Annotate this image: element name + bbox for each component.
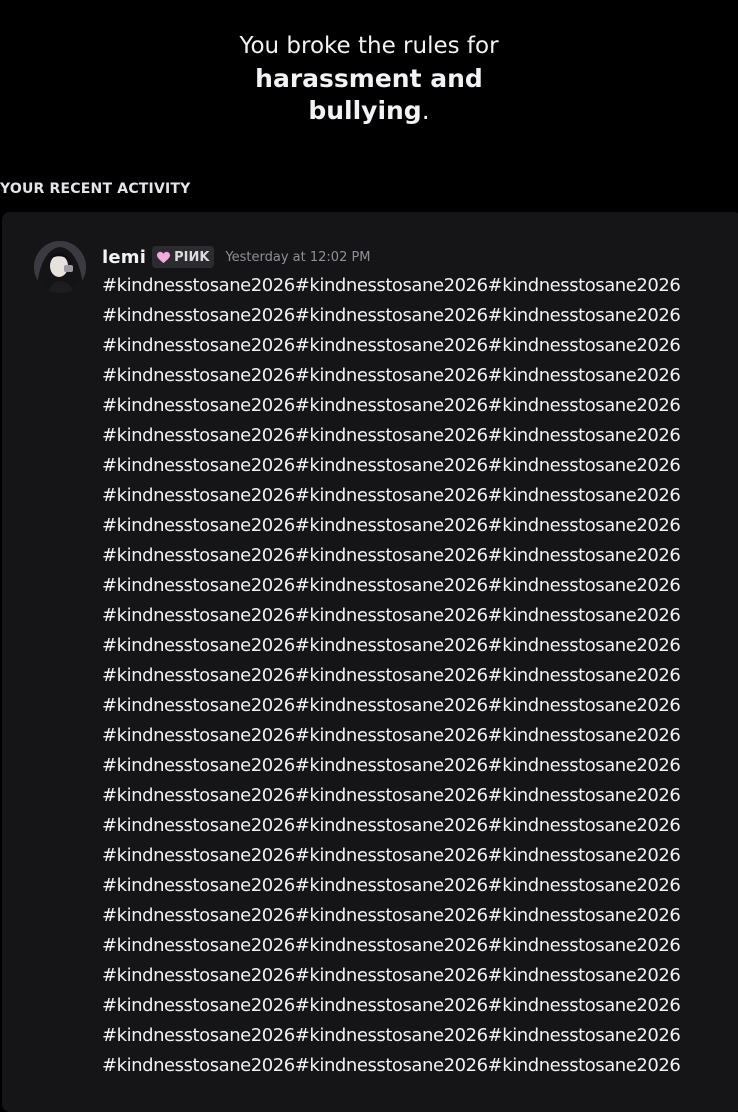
message-line: #kindnesstosane2026#kindnesstosane2026#k… (102, 605, 681, 626)
violation-intro-text: You broke the rules for (239, 33, 499, 59)
message-line: #kindnesstosane2026#kindnesstosane2026#k… (102, 905, 681, 926)
message-line: #kindnesstosane2026#kindnesstosane2026#k… (102, 455, 681, 476)
violation-header: You broke the rules for harassment and b… (0, 30, 738, 127)
message-line: #kindnesstosane2026#kindnesstosane2026#k… (102, 935, 681, 956)
message-line: #kindnesstosane2026#kindnesstosane2026#k… (102, 1055, 681, 1076)
message-line: #kindnesstosane2026#kindnesstosane2026#k… (102, 365, 681, 386)
heart-icon (157, 251, 171, 263)
violation-rule-name: harassment and bullying (255, 64, 483, 125)
message-line: #kindnesstosane2026#kindnesstosane2026#k… (102, 485, 681, 506)
message-line: #kindnesstosane2026#kindnesstosane2026#k… (102, 995, 681, 1016)
message-line: #kindnesstosane2026#kindnesstosane2026#k… (102, 755, 681, 776)
message-line: #kindnesstosane2026#kindnesstosane2026#k… (102, 785, 681, 806)
message-line: #kindnesstosane2026#kindnesstosane2026#k… (102, 875, 681, 896)
message-line: #kindnesstosane2026#kindnesstosane2026#k… (102, 425, 681, 446)
recent-activity-heading: YOUR RECENT ACTIVITY (0, 181, 191, 197)
username[interactable]: lemi (102, 247, 146, 268)
violation-rule: harassment and bullying. (219, 63, 519, 127)
message-line: #kindnesstosane2026#kindnesstosane2026#k… (102, 395, 681, 416)
message-content: #kindnesstosane2026#kindnesstosane2026#k… (102, 271, 722, 1081)
message-line: #kindnesstosane2026#kindnesstosane2026#k… (102, 635, 681, 656)
server-tag-badge[interactable]: PIИK (152, 246, 215, 268)
message-line: #kindnesstosane2026#kindnesstosane2026#k… (102, 695, 681, 716)
avatar[interactable] (34, 241, 86, 293)
message-line: #kindnesstosane2026#kindnesstosane2026#k… (102, 665, 681, 686)
message-line: #kindnesstosane2026#kindnesstosane2026#k… (102, 335, 681, 356)
message-timestamp: Yesterday at 12:02 PM (225, 249, 371, 265)
message-line: #kindnesstosane2026#kindnesstosane2026#k… (102, 965, 681, 986)
message-line: #kindnesstosane2026#kindnesstosane2026#k… (102, 275, 681, 296)
message-line: #kindnesstosane2026#kindnesstosane2026#k… (102, 845, 681, 866)
violation-rule-period: . (421, 96, 430, 125)
server-tag-label: PIИK (174, 249, 210, 265)
message-line: #kindnesstosane2026#kindnesstosane2026#k… (102, 305, 681, 326)
message-line: #kindnesstosane2026#kindnesstosane2026#k… (102, 515, 681, 536)
message-header: lemi PIИK Yesterday at 12:02 PM (102, 244, 371, 270)
message-line: #kindnesstosane2026#kindnesstosane2026#k… (102, 1025, 681, 1046)
message-line: #kindnesstosane2026#kindnesstosane2026#k… (102, 815, 681, 836)
message-line: #kindnesstosane2026#kindnesstosane2026#k… (102, 545, 681, 566)
message-line: #kindnesstosane2026#kindnesstosane2026#k… (102, 725, 681, 746)
message-line: #kindnesstosane2026#kindnesstosane2026#k… (102, 575, 681, 596)
